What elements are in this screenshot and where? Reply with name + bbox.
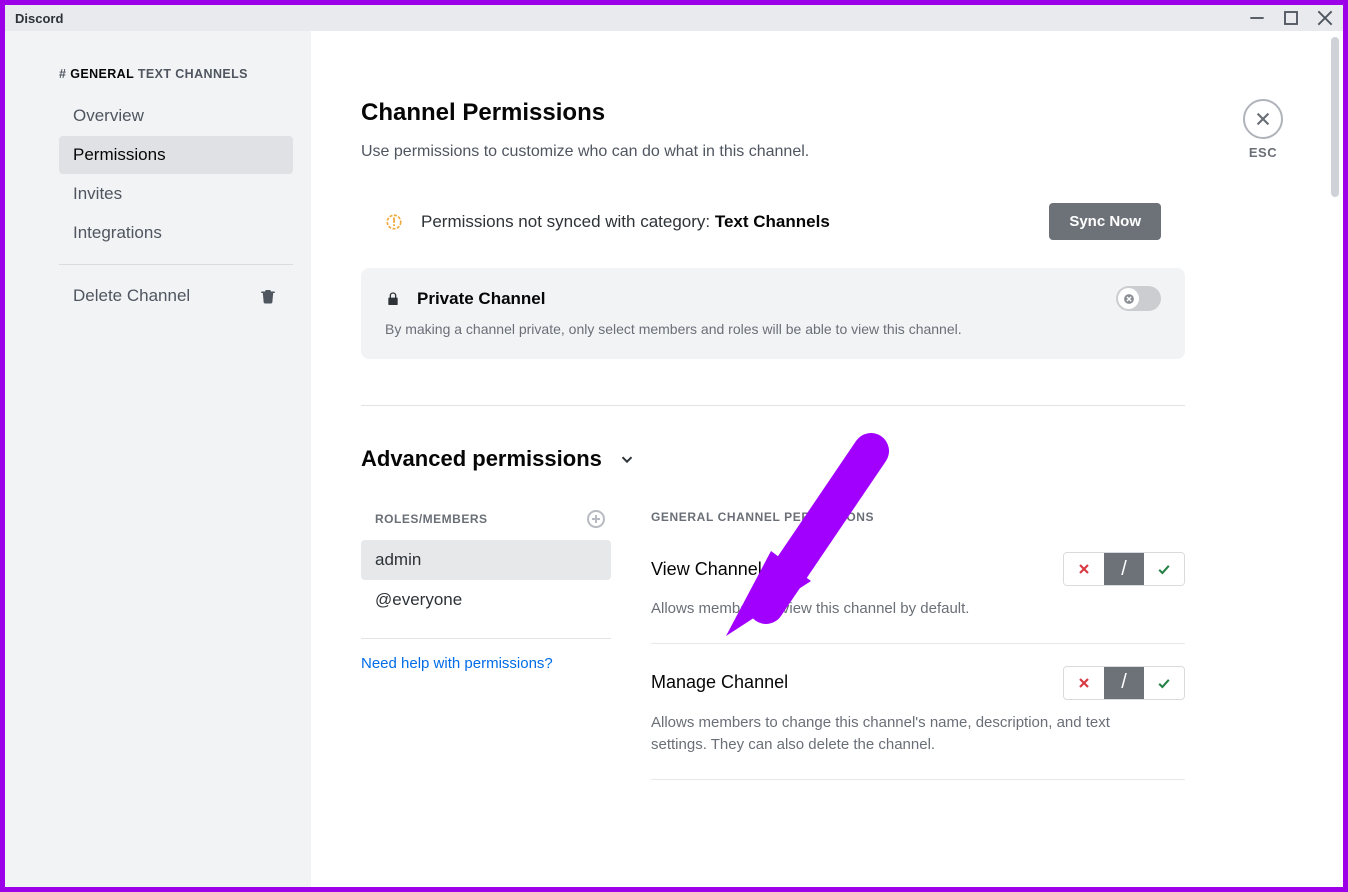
perm-tristate: /: [1063, 666, 1185, 700]
main-content: ESC Channel Permissions Use permissions …: [311, 31, 1343, 887]
help-link[interactable]: Need help with permissions?: [361, 655, 611, 672]
hash-icon: #: [59, 67, 66, 81]
page-subtitle: Use permissions to customize who can do …: [361, 143, 1121, 161]
perm-desc: Allows members to change this channel's …: [651, 712, 1111, 757]
minimize-button[interactable]: [1249, 10, 1265, 26]
perm-divider: [651, 779, 1185, 780]
perm-name: View Channel: [651, 559, 762, 580]
private-title: Private Channel: [417, 289, 546, 309]
roles-divider: [361, 638, 611, 639]
perm-manage-channel: Manage Channel / Allows members to chang…: [651, 666, 1185, 757]
add-role-button[interactable]: [587, 510, 605, 528]
advanced-title: Advanced permissions: [361, 446, 602, 472]
toggle-off-icon: [1122, 292, 1136, 306]
perm-deny[interactable]: [1064, 667, 1104, 699]
page-title: Channel Permissions: [361, 99, 1325, 127]
roles-column: ROLES/MEMBERS admin @everyone Need help …: [361, 510, 611, 802]
private-channel-card: Private Channel By making a channel priv…: [361, 268, 1185, 359]
nav-invites[interactable]: Invites: [59, 175, 293, 213]
title-bar: Discord: [5, 5, 1343, 31]
role-everyone[interactable]: @everyone: [361, 580, 611, 620]
sync-now-button[interactable]: Sync Now: [1049, 203, 1161, 240]
settings-sidebar: # GENERAL TEXT CHANNELS Overview Permiss…: [5, 31, 311, 887]
perm-passthrough[interactable]: /: [1104, 667, 1144, 699]
sync-text: Permissions not synced with category: Te…: [421, 212, 830, 232]
delete-channel-button[interactable]: Delete Channel: [59, 277, 293, 315]
sync-notice: Permissions not synced with category: Te…: [361, 203, 1185, 240]
advanced-header[interactable]: Advanced permissions: [361, 446, 1325, 472]
scrollbar-thumb[interactable]: [1331, 37, 1339, 197]
sidebar-header: # GENERAL TEXT CHANNELS: [13, 67, 303, 97]
warning-icon: [385, 213, 403, 231]
close-window-button[interactable]: [1317, 10, 1333, 26]
delete-label: Delete Channel: [73, 286, 190, 306]
private-desc: By making a channel private, only select…: [385, 321, 1161, 337]
perm-divider: [651, 643, 1185, 644]
roles-header: ROLES/MEMBERS: [375, 512, 488, 526]
perms-header: GENERAL CHANNEL PERMISSIONS: [651, 510, 1185, 524]
perms-column: GENERAL CHANNEL PERMISSIONS View Channel…: [651, 510, 1185, 802]
nav-integrations[interactable]: Integrations: [59, 214, 293, 252]
nav-divider: [59, 264, 293, 265]
maximize-button[interactable]: [1283, 10, 1299, 26]
nav-overview[interactable]: Overview: [59, 97, 293, 135]
trash-icon: [259, 287, 277, 305]
chevron-down-icon: [618, 450, 636, 468]
window-controls: [1249, 10, 1333, 26]
role-admin[interactable]: admin: [361, 540, 611, 580]
perm-tristate: /: [1063, 552, 1185, 586]
perm-allow[interactable]: [1144, 553, 1184, 585]
app-brand: Discord: [15, 11, 63, 26]
channel-name: GENERAL: [70, 67, 134, 81]
perm-passthrough[interactable]: /: [1104, 553, 1144, 585]
perm-allow[interactable]: [1144, 667, 1184, 699]
divider: [361, 405, 1185, 406]
perm-deny[interactable]: [1064, 553, 1104, 585]
perm-view-channel: View Channel / Allows members to view th…: [651, 552, 1185, 621]
lock-icon: [385, 290, 401, 308]
perm-name: Manage Channel: [651, 672, 788, 693]
channel-category: TEXT CHANNELS: [138, 67, 248, 81]
private-toggle[interactable]: [1116, 286, 1161, 311]
perm-desc: Allows members to view this channel by d…: [651, 598, 1111, 621]
nav-permissions[interactable]: Permissions: [59, 136, 293, 174]
